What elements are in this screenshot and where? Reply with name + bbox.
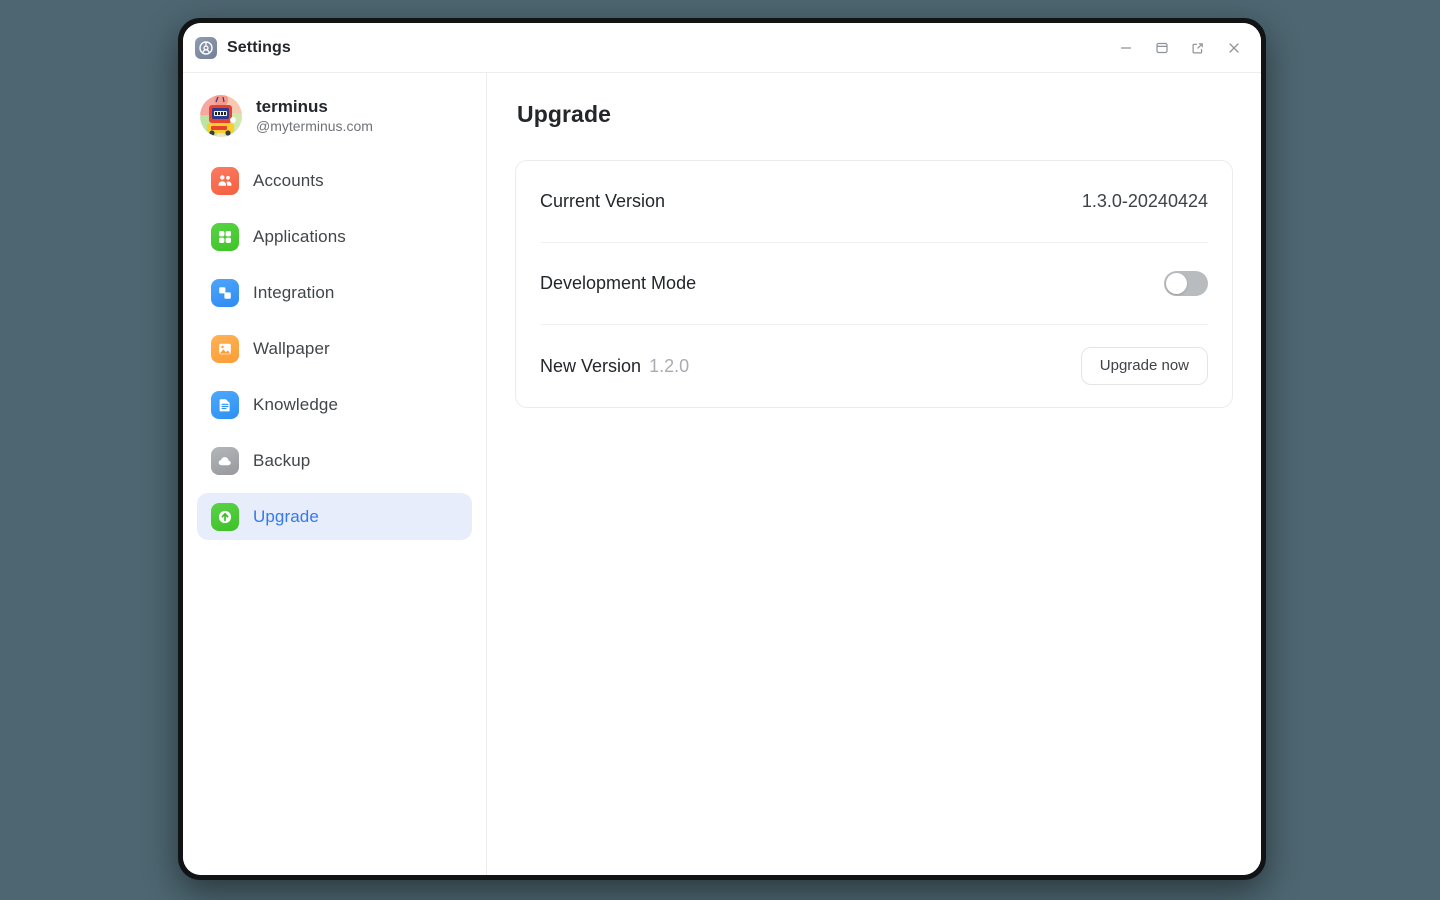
sidebar-item-label: Knowledge xyxy=(253,394,339,414)
sidebar-item-label: Integration xyxy=(253,282,335,302)
minimize-button[interactable] xyxy=(1115,37,1137,59)
settings-window: Settings terminus @myterminus.com Accoun… xyxy=(183,23,1261,875)
development-mode-toggle[interactable] xyxy=(1164,271,1208,296)
people-icon xyxy=(211,166,239,195)
window-content: terminus @myterminus.com Accounts Applic… xyxy=(183,73,1261,875)
sidebar-item-label: Accounts xyxy=(253,170,324,190)
sidebar-item-accounts[interactable]: Accounts xyxy=(197,157,472,204)
settings-gear-icon xyxy=(195,36,217,59)
puzzle-icon xyxy=(211,278,239,307)
sidebar-item-upgrade[interactable]: Upgrade xyxy=(197,493,472,540)
maximize-button[interactable] xyxy=(1151,37,1173,59)
development-mode-label: Development Mode xyxy=(540,273,697,293)
current-version-row: Current Version 1.3.0-20240424 xyxy=(540,161,1208,243)
grid-icon xyxy=(211,222,239,251)
sidebar-item-label: Wallpaper xyxy=(253,338,330,358)
page-title: Upgrade xyxy=(517,101,611,127)
close-button[interactable] xyxy=(1223,37,1245,59)
new-version-label: New Version xyxy=(540,355,642,376)
profile-block[interactable]: terminus @myterminus.com xyxy=(197,89,472,143)
profile-text: terminus @myterminus.com xyxy=(256,96,373,137)
sidebar-nav: Accounts Applications Integration Wallpa… xyxy=(197,157,472,540)
sidebar: terminus @myterminus.com Accounts Applic… xyxy=(183,73,487,875)
window-controls xyxy=(1115,37,1247,59)
upload-arrow-icon xyxy=(211,502,239,531)
sidebar-item-label: Upgrade xyxy=(253,506,319,526)
sidebar-item-integration[interactable]: Integration xyxy=(197,269,472,316)
upgrade-now-button[interactable]: Upgrade now xyxy=(1080,346,1208,386)
avatar xyxy=(200,95,242,137)
new-version-row: New Version 1.2.0 Upgrade now xyxy=(540,325,1208,407)
current-version-value: 1.3.0-20240424 xyxy=(1081,191,1208,211)
sidebar-item-knowledge[interactable]: Knowledge xyxy=(197,381,472,428)
sidebar-item-applications[interactable]: Applications xyxy=(197,213,472,260)
new-version-value: 1.2.0 xyxy=(649,355,690,376)
image-icon xyxy=(211,334,239,363)
popout-button[interactable] xyxy=(1187,37,1209,59)
new-version-text: New Version 1.2.0 xyxy=(540,356,689,377)
upgrade-card: Current Version 1.3.0-20240424 Developme… xyxy=(515,160,1233,408)
profile-name: terminus xyxy=(256,96,328,116)
sidebar-item-wallpaper[interactable]: Wallpaper xyxy=(197,325,472,372)
app-title: Settings xyxy=(227,38,291,56)
document-icon xyxy=(211,390,239,419)
window-frame: Settings terminus @myterminus.com Accoun… xyxy=(178,18,1266,880)
current-version-label: Current Version xyxy=(540,191,666,211)
sidebar-item-backup[interactable]: Backup xyxy=(197,437,472,484)
sidebar-item-label: Applications xyxy=(253,226,346,246)
main-panel: Upgrade Current Version 1.3.0-20240424 D… xyxy=(487,73,1261,875)
cloud-icon xyxy=(211,446,239,475)
toggle-knob xyxy=(1166,273,1187,294)
sidebar-item-label: Backup xyxy=(253,450,311,470)
development-mode-row: Development Mode xyxy=(540,243,1208,325)
profile-handle: @myterminus.com xyxy=(256,118,373,135)
title-bar: Settings xyxy=(183,23,1261,73)
